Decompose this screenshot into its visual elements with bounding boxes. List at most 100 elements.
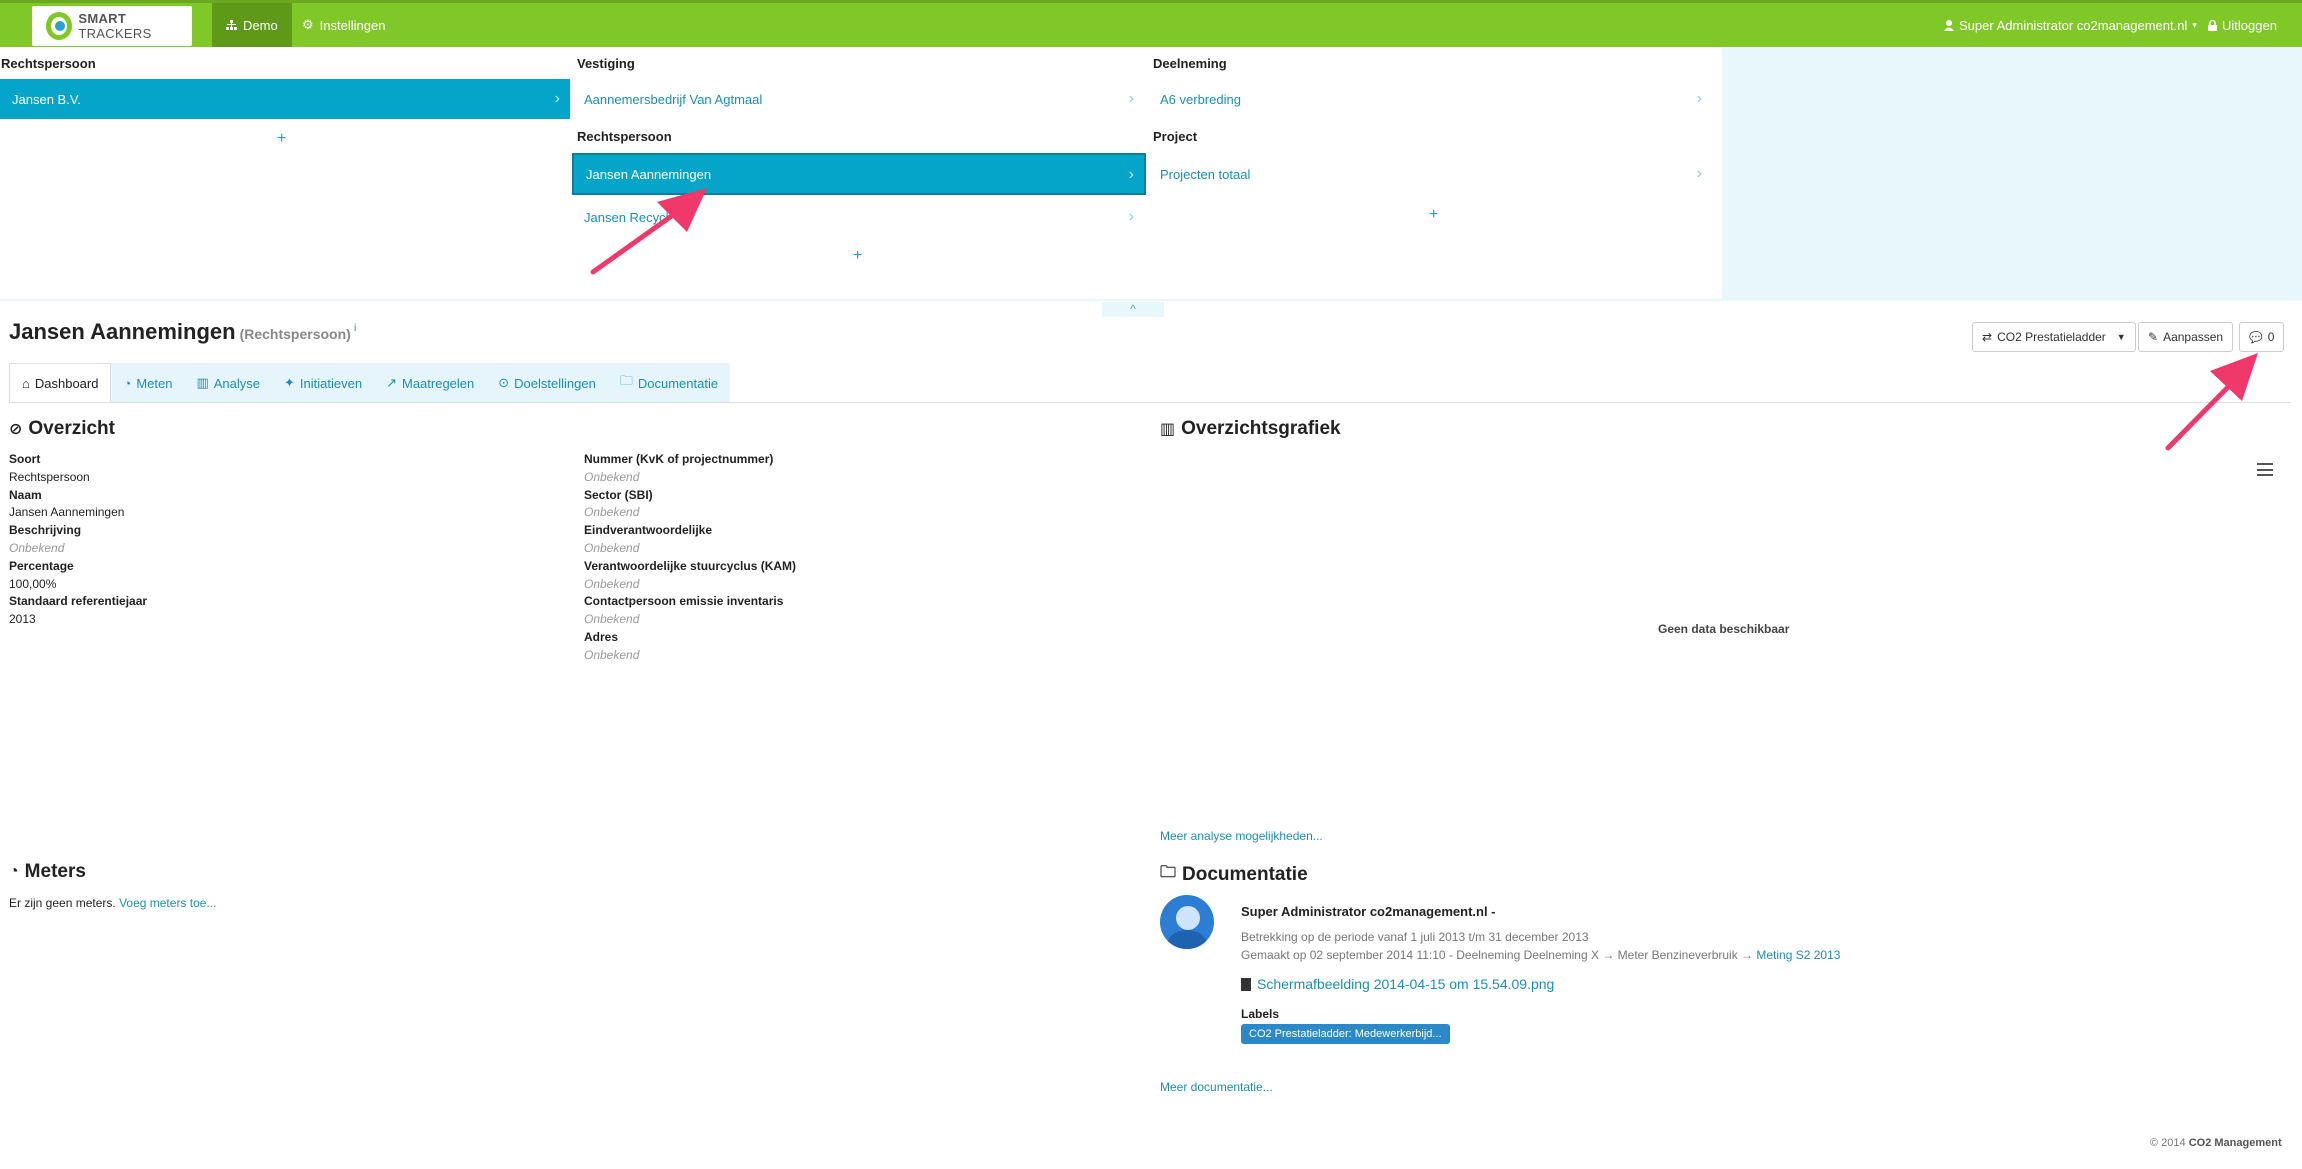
field-label: Soort [9, 452, 41, 466]
selector-item-label: Projecten totaal [1160, 166, 1251, 182]
chart-heading-text: Overzichtsgrafiek [1181, 418, 1341, 439]
doc-author: Super Administrator co2management.nl - [1241, 904, 1496, 919]
add-meters-link[interactable]: Voeg meters toe... [119, 896, 216, 910]
top-navbar: SMART TRACKERS Demo ⚙ Instellingen Super… [0, 0, 2302, 47]
tab-label: Dashboard [34, 375, 99, 391]
meters-heading-text: Meters [24, 861, 86, 882]
col3-heading-deelneming: Deelneming [1153, 56, 1227, 71]
documentation-heading-text: Documentatie [1182, 863, 1308, 885]
edit-button-label: Aanpassen [2163, 330, 2224, 344]
field-value: Onbekend [9, 540, 65, 555]
doc-file-name: Schermafbeelding 2014-04-15 om 15.54.09.… [1257, 976, 1555, 992]
dashboard-tabs: ⌂ Dashboard ◔ Meten ▥ Analyse ✦ Initiatieven… [9, 363, 731, 403]
tab-documentatie[interactable]: 🗀 Documentatie [607, 363, 731, 403]
hierarchy-selector: Rechtspersoon Jansen B.V. › + Vestiging … [0, 47, 2302, 301]
tab-label: Documentatie [637, 375, 719, 391]
field-label: Sector (SBI) [584, 487, 653, 502]
nav-settings[interactable]: ⚙ Instellingen [298, 3, 389, 47]
doc-file-link[interactable]: Schermafbeelding 2014-04-15 om 15.54.09.… [1241, 976, 1554, 992]
field-value: Rechtspersoon [9, 469, 90, 484]
tab-label: Analyse [213, 375, 261, 391]
field-label: Standaard referentiejaar [9, 594, 148, 609]
caret-down-icon: ▼ [2116, 332, 2126, 342]
doc-created: Gemaakt op 02 september 2014 11:10 - Dee… [1241, 948, 1840, 962]
label-badge[interactable]: CO2 Prestatieladder: Medewerkerbijd... [1241, 1024, 1450, 1044]
selector-item-a6-verbreding[interactable]: A6 verbreding › [1148, 79, 1712, 119]
field-label: Nummer (KvK of projectnummer) [584, 452, 774, 466]
field-label: Eindverantwoordelijke [584, 523, 713, 538]
chevron-right-icon: › [1128, 166, 1134, 183]
collapse-selector-button[interactable]: ^ [1102, 302, 1164, 317]
tab-maatregelen[interactable]: ↗ Maatregelen [374, 363, 487, 403]
selector-item-label: A6 verbreding [1160, 91, 1241, 107]
tab-dashboard[interactable]: ⌂ Dashboard [9, 363, 112, 403]
col2-heading-rechtspersoon: Rechtspersoon [577, 129, 672, 144]
logout-link[interactable]: Uitloggen [2208, 3, 2277, 47]
entity-name: Jansen Aannemingen [9, 319, 236, 344]
exchange-icon: ⇄ [1982, 330, 1993, 344]
field-label: Naam [9, 487, 42, 502]
tabs-divider [9, 402, 2291, 403]
more-documentation-link[interactable]: Meer documentatie... [1160, 1080, 1273, 1094]
field-label: Verantwoordelijke stuurcyclus (KAM) [584, 558, 797, 573]
lock-icon [2208, 19, 2217, 31]
logo-text-rest: TRACKERS [78, 26, 152, 41]
field-value: Onbekend [584, 647, 640, 662]
tab-label: Doelstellingen [514, 375, 596, 391]
sitemap-icon [226, 20, 237, 30]
field-label: Percentage [9, 558, 74, 573]
col1-heading: Rechtspersoon [1, 56, 96, 71]
selector-empty-column [1722, 47, 2302, 301]
add-rechtspersoon-button[interactable]: + [277, 130, 286, 148]
info-icon[interactable]: i [354, 323, 357, 334]
tab-analyse[interactable]: ▥ Analyse [184, 363, 273, 403]
page-title: Jansen Aannemingen (Rechtspersoon) i [9, 319, 357, 345]
tab-initiatieven[interactable]: ✦ Initiatieven [272, 363, 375, 403]
selector-item-van-agtmaal[interactable]: Aannemersbedrijf Van Agtmaal › [572, 79, 1144, 119]
tab-label: Initiatieven [299, 375, 363, 391]
more-analysis-link[interactable]: Meer analyse mogelijkheden... [1160, 829, 1323, 843]
folder-open-icon: 🗀 [619, 373, 633, 388]
add-project-button[interactable]: + [1429, 206, 1438, 224]
gear-icon: ⚙ [302, 17, 314, 32]
doc-created-text: Gemaakt op 02 september 2014 11:10 - Dee… [1241, 948, 1754, 962]
footer: © 2014 CO2 Management [2150, 1137, 2282, 1149]
folder-open-icon: 🗀 [1160, 864, 1177, 881]
logo[interactable]: SMART TRACKERS [32, 6, 192, 46]
bar-chart-icon: ▥ [1160, 421, 1176, 438]
bar-chart-icon: ▥ [196, 375, 209, 390]
co2-prestatieladder-dropdown[interactable]: ⇄ CO2 Prestatieladder ▼ [1972, 322, 2136, 352]
doc-period: Betrekking op de periode vanaf 1 juli 20… [1241, 930, 1589, 944]
field-value: Jansen Aannemingen [9, 505, 125, 520]
nav-demo[interactable]: Demo [212, 3, 292, 47]
tab-doelstellingen[interactable]: ⊙ Doelstellingen [486, 363, 608, 403]
selector-item-label: Jansen B.V. [12, 91, 81, 107]
nav-settings-label: Instellingen [319, 17, 386, 33]
field-value: 100,00% [9, 576, 57, 591]
tab-label: Meten [136, 375, 173, 391]
nav-demo-label: Demo [243, 17, 278, 33]
logout-label: Uitloggen [2222, 17, 2277, 33]
selector-item-projecten-totaal[interactable]: Projecten totaal › [1148, 154, 1712, 194]
chevron-right-icon: › [554, 90, 560, 107]
pencil-icon: ✎ [2148, 330, 2159, 344]
meting-link[interactable]: Meting S2 2013 [1756, 948, 1840, 962]
no-data-message: Geen data beschikbaar [1658, 622, 1790, 636]
selector-item-jansen-bv[interactable]: Jansen B.V. › [0, 79, 570, 119]
field-label: Beschrijving [9, 523, 82, 538]
overview-right-fields: Nummer (KvK of projectnummer) Onbekend Sec… [584, 451, 796, 665]
add-child-rechtspersoon-button[interactable]: + [853, 247, 862, 265]
chart-menu-icon[interactable] [2257, 463, 2273, 476]
field-value: 2013 [9, 612, 36, 627]
tab-meten[interactable]: ◔ Meten [111, 363, 185, 403]
annotation-arrow-selector [590, 188, 707, 275]
tachometer-icon: ◔ [9, 863, 19, 880]
compass-icon: ⊘ [9, 421, 23, 438]
arrow-up-right-icon: ↗ [386, 375, 397, 390]
documentation-heading: 🗀 Documentatie [1160, 861, 1308, 888]
annotation-arrow-comments [2165, 353, 2258, 451]
user-menu[interactable]: Super Administrator co2management.nl ▾ [1944, 3, 2197, 47]
logo-icon [46, 12, 73, 40]
field-label: Adres [584, 629, 619, 644]
footer-org: CO2 Management [2188, 1137, 2282, 1149]
